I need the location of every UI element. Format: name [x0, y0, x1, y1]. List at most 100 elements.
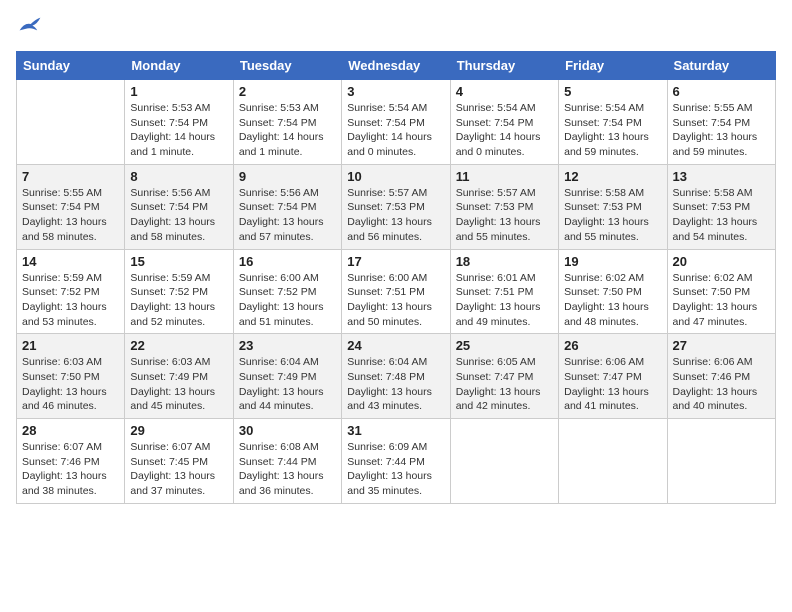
day-number: 11: [456, 169, 553, 184]
week-row-1: 1 Sunrise: 5:53 AMSunset: 7:54 PMDaylight…: [17, 80, 776, 165]
day-number: 19: [564, 254, 661, 269]
calendar-cell: 10Sunrise: 5:57 AMSunset: 7:53 PMDayligh…: [342, 164, 450, 249]
day-number: 5: [564, 84, 661, 99]
day-number: 17: [347, 254, 444, 269]
calendar-cell: 30 Sunrise: 6:08 AMSunset: 7:44 PMDayligh…: [233, 419, 341, 504]
calendar-cell: 16Sunrise: 6:00 AMSunset: 7:52 PMDayligh…: [233, 249, 341, 334]
day-info: Sunrise: 5:57 AMSunset: 7:53 PMDaylight:…: [456, 186, 553, 245]
day-info: Sunrise: 6:00 AMSunset: 7:51 PMDaylight:…: [347, 271, 444, 330]
day-number: 27: [673, 338, 770, 353]
calendar-cell: 13 Sunrise: 5:58 AMSunset: 7:53 PMDayligh…: [667, 164, 775, 249]
calendar-header-row: SundayMondayTuesdayWednesdayThursdayFrid…: [17, 52, 776, 80]
day-number: 1: [130, 84, 227, 99]
day-number: 30: [239, 423, 336, 438]
calendar-cell: 11 Sunrise: 5:57 AMSunset: 7:53 PMDayligh…: [450, 164, 558, 249]
day-number: 28: [22, 423, 119, 438]
calendar-cell: 31 Sunrise: 6:09 AMSunset: 7:44 PMDayligh…: [342, 419, 450, 504]
day-number: 6: [673, 84, 770, 99]
column-header-tuesday: Tuesday: [233, 52, 341, 80]
day-info: Sunrise: 6:06 AMSunset: 7:47 PMDaylight:…: [564, 355, 661, 414]
day-info: Sunrise: 5:58 AMSunset: 7:53 PMDaylight:…: [673, 186, 770, 245]
week-row-5: 28 Sunrise: 6:07 AMSunset: 7:46 PMDayligh…: [17, 419, 776, 504]
day-info: Sunrise: 5:55 AMSunset: 7:54 PMDaylight:…: [22, 186, 119, 245]
calendar-cell: 6Sunrise: 5:55 AMSunset: 7:54 PMDaylight…: [667, 80, 775, 165]
day-info: Sunrise: 5:54 AMSunset: 7:54 PMDaylight:…: [347, 101, 444, 160]
day-info: Sunrise: 6:04 AMSunset: 7:48 PMDaylight:…: [347, 355, 444, 414]
day-info: Sunrise: 6:02 AMSunset: 7:50 PMDaylight:…: [564, 271, 661, 330]
calendar-cell: 1 Sunrise: 5:53 AMSunset: 7:54 PMDaylight…: [125, 80, 233, 165]
day-info: Sunrise: 6:07 AMSunset: 7:45 PMDaylight:…: [130, 440, 227, 499]
day-number: 26: [564, 338, 661, 353]
calendar-cell: 12Sunrise: 5:58 AMSunset: 7:53 PMDayligh…: [559, 164, 667, 249]
column-header-saturday: Saturday: [667, 52, 775, 80]
calendar-cell: 24 Sunrise: 6:04 AMSunset: 7:48 PMDayligh…: [342, 334, 450, 419]
day-info: Sunrise: 5:56 AMSunset: 7:54 PMDaylight:…: [239, 186, 336, 245]
calendar-cell: [667, 419, 775, 504]
calendar-cell: 27 Sunrise: 6:06 AMSunset: 7:46 PMDayligh…: [667, 334, 775, 419]
day-number: 24: [347, 338, 444, 353]
column-header-monday: Monday: [125, 52, 233, 80]
day-info: Sunrise: 5:54 AMSunset: 7:54 PMDaylight:…: [564, 101, 661, 160]
logo: [16, 16, 42, 41]
day-info: Sunrise: 6:06 AMSunset: 7:46 PMDaylight:…: [673, 355, 770, 414]
calendar-cell: 8 Sunrise: 5:56 AMSunset: 7:54 PMDaylight…: [125, 164, 233, 249]
day-number: 3: [347, 84, 444, 99]
day-number: 15: [130, 254, 227, 269]
week-row-2: 7 Sunrise: 5:55 AMSunset: 7:54 PMDaylight…: [17, 164, 776, 249]
calendar-cell: 25Sunrise: 6:05 AMSunset: 7:47 PMDayligh…: [450, 334, 558, 419]
day-info: Sunrise: 5:59 AMSunset: 7:52 PMDaylight:…: [22, 271, 119, 330]
calendar-cell: 5 Sunrise: 5:54 AMSunset: 7:54 PMDaylight…: [559, 80, 667, 165]
calendar-cell: 29 Sunrise: 6:07 AMSunset: 7:45 PMDayligh…: [125, 419, 233, 504]
calendar-cell: 9 Sunrise: 5:56 AMSunset: 7:54 PMDaylight…: [233, 164, 341, 249]
day-info: Sunrise: 5:53 AMSunset: 7:54 PMDaylight:…: [130, 101, 227, 160]
calendar-cell: 21 Sunrise: 6:03 AMSunset: 7:50 PMDayligh…: [17, 334, 125, 419]
day-number: 23: [239, 338, 336, 353]
day-info: Sunrise: 6:08 AMSunset: 7:44 PMDaylight:…: [239, 440, 336, 499]
calendar-cell: [559, 419, 667, 504]
day-info: Sunrise: 6:09 AMSunset: 7:44 PMDaylight:…: [347, 440, 444, 499]
calendar-cell: 15 Sunrise: 5:59 AMSunset: 7:52 PMDayligh…: [125, 249, 233, 334]
calendar-table: SundayMondayTuesdayWednesdayThursdayFrid…: [16, 51, 776, 504]
day-info: Sunrise: 6:03 AMSunset: 7:49 PMDaylight:…: [130, 355, 227, 414]
day-number: 10: [347, 169, 444, 184]
calendar-cell: 22Sunrise: 6:03 AMSunset: 7:49 PMDayligh…: [125, 334, 233, 419]
day-info: Sunrise: 5:53 AMSunset: 7:54 PMDaylight:…: [239, 101, 336, 160]
day-number: 13: [673, 169, 770, 184]
calendar-cell: 19 Sunrise: 6:02 AMSunset: 7:50 PMDayligh…: [559, 249, 667, 334]
day-number: 29: [130, 423, 227, 438]
column-header-thursday: Thursday: [450, 52, 558, 80]
day-number: 21: [22, 338, 119, 353]
logo-bird-icon: [18, 16, 42, 36]
day-number: 8: [130, 169, 227, 184]
day-info: Sunrise: 6:07 AMSunset: 7:46 PMDaylight:…: [22, 440, 119, 499]
day-info: Sunrise: 5:56 AMSunset: 7:54 PMDaylight:…: [130, 186, 227, 245]
day-number: 20: [673, 254, 770, 269]
calendar-cell: 23 Sunrise: 6:04 AMSunset: 7:49 PMDayligh…: [233, 334, 341, 419]
calendar-cell: 4 Sunrise: 5:54 AMSunset: 7:54 PMDaylight…: [450, 80, 558, 165]
calendar-cell: 20 Sunrise: 6:02 AMSunset: 7:50 PMDayligh…: [667, 249, 775, 334]
calendar-cell: [450, 419, 558, 504]
week-row-4: 21 Sunrise: 6:03 AMSunset: 7:50 PMDayligh…: [17, 334, 776, 419]
day-info: Sunrise: 6:00 AMSunset: 7:52 PMDaylight:…: [239, 271, 336, 330]
column-header-wednesday: Wednesday: [342, 52, 450, 80]
day-number: 4: [456, 84, 553, 99]
column-header-friday: Friday: [559, 52, 667, 80]
calendar-cell: 2Sunrise: 5:53 AMSunset: 7:54 PMDaylight…: [233, 80, 341, 165]
day-info: Sunrise: 6:02 AMSunset: 7:50 PMDaylight:…: [673, 271, 770, 330]
day-info: Sunrise: 5:58 AMSunset: 7:53 PMDaylight:…: [564, 186, 661, 245]
calendar-cell: 3 Sunrise: 5:54 AMSunset: 7:54 PMDaylight…: [342, 80, 450, 165]
calendar-cell: [17, 80, 125, 165]
day-info: Sunrise: 6:04 AMSunset: 7:49 PMDaylight:…: [239, 355, 336, 414]
calendar-cell: 14Sunrise: 5:59 AMSunset: 7:52 PMDayligh…: [17, 249, 125, 334]
calendar-cell: 26 Sunrise: 6:06 AMSunset: 7:47 PMDayligh…: [559, 334, 667, 419]
day-number: 7: [22, 169, 119, 184]
day-info: Sunrise: 6:01 AMSunset: 7:51 PMDaylight:…: [456, 271, 553, 330]
day-info: Sunrise: 5:59 AMSunset: 7:52 PMDaylight:…: [130, 271, 227, 330]
day-info: Sunrise: 6:03 AMSunset: 7:50 PMDaylight:…: [22, 355, 119, 414]
day-info: Sunrise: 6:05 AMSunset: 7:47 PMDaylight:…: [456, 355, 553, 414]
day-info: Sunrise: 5:54 AMSunset: 7:54 PMDaylight:…: [456, 101, 553, 160]
day-number: 31: [347, 423, 444, 438]
column-header-sunday: Sunday: [17, 52, 125, 80]
day-number: 9: [239, 169, 336, 184]
calendar-cell: 7 Sunrise: 5:55 AMSunset: 7:54 PMDaylight…: [17, 164, 125, 249]
